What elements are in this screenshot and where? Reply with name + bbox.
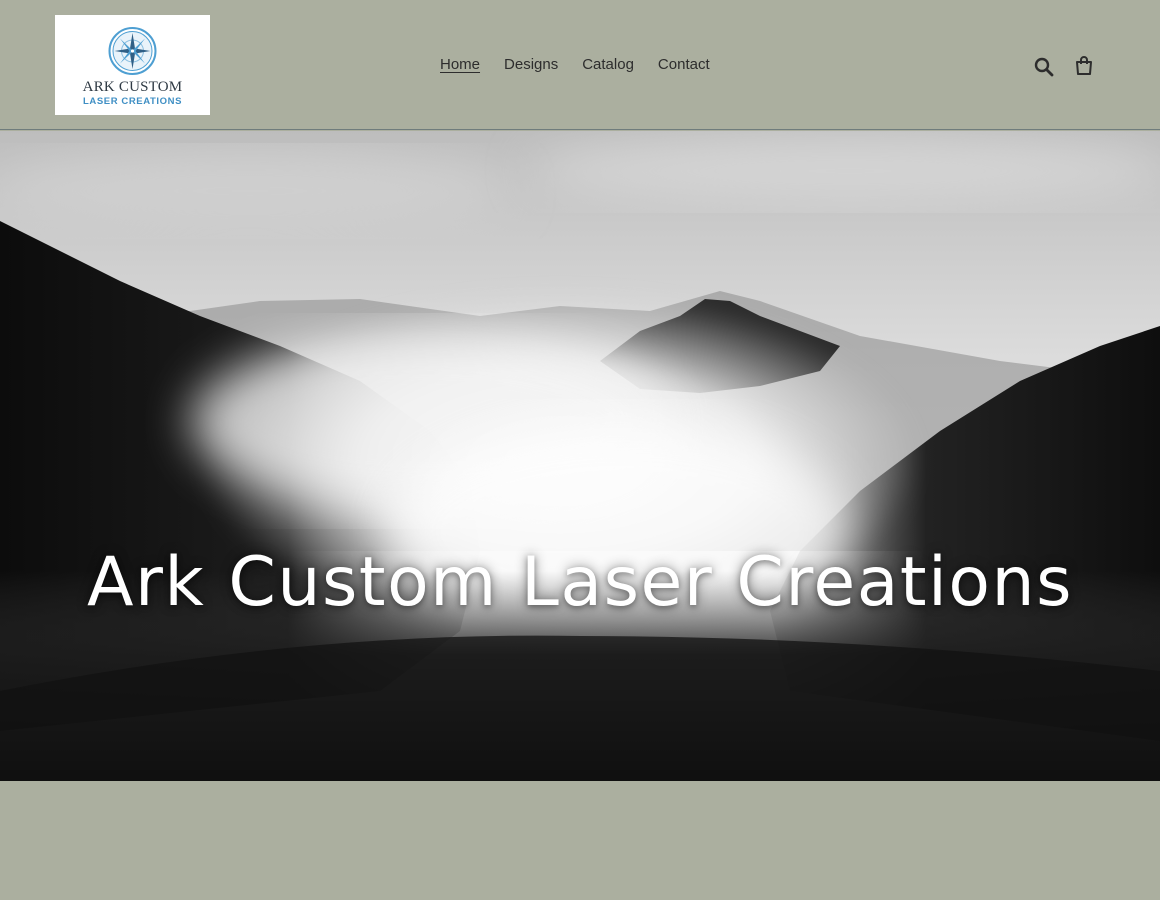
nav-link-catalog[interactable]: Catalog — [570, 53, 646, 77]
logo-text-primary: ARK CUSTOM — [82, 79, 183, 95]
site-logo-link[interactable]: ARK CUSTOM LASER CREATIONS — [55, 15, 210, 115]
main-navigation: Home Designs Catalog Contact — [428, 53, 722, 77]
logo-text-secondary: LASER CREATIONS — [82, 96, 183, 107]
search-icon — [1034, 57, 1054, 77]
cart-button[interactable] — [1072, 54, 1096, 78]
search-button[interactable] — [1032, 55, 1056, 79]
cart-icon — [1076, 56, 1092, 75]
hero-banner: Ark Custom Laser Creations — [0, 131, 1160, 781]
hero-background-image — [0, 131, 1160, 781]
page-content-area — [0, 781, 1160, 900]
nav-link-home[interactable]: Home — [428, 53, 492, 77]
hero-title: Ark Custom Laser Creations — [86, 543, 1074, 622]
nav-link-contact[interactable]: Contact — [646, 53, 722, 77]
site-header: ARK CUSTOM LASER CREATIONS Home Designs … — [0, 0, 1160, 130]
nav-link-designs[interactable]: Designs — [492, 53, 570, 77]
